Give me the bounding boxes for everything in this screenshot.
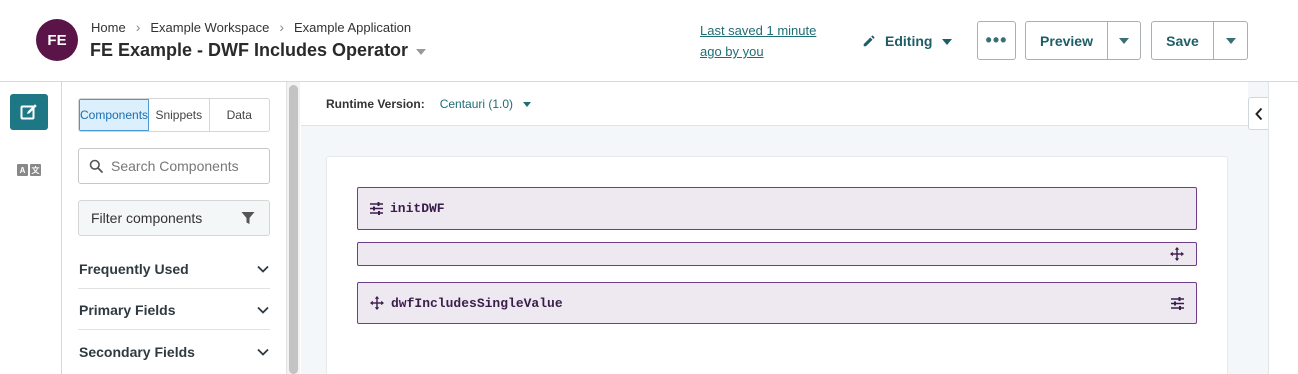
breadcrumb: Home › Example Workspace › Example Appli… xyxy=(91,19,411,35)
chevron-down-icon xyxy=(257,306,269,314)
section-primary-fields[interactable]: Primary Fields xyxy=(78,290,270,330)
save-options-button[interactable] xyxy=(1214,22,1247,59)
section-label: Secondary Fields xyxy=(79,344,195,360)
chevron-right-icon: › xyxy=(279,19,285,35)
runtime-version-value: Centauri (1.0) xyxy=(439,96,514,111)
caret-down-icon xyxy=(1225,37,1236,44)
section-frequently-used[interactable]: Frequently Used xyxy=(78,249,270,289)
section-label: Frequently Used xyxy=(79,260,189,277)
design-canvas: Runtime Version: Centauri (1.0) initDWF xyxy=(301,82,1298,374)
translate-icon-secondary: 文 xyxy=(30,164,41,176)
runtime-label: Runtime Version: xyxy=(326,96,425,111)
runtime-version-dropdown[interactable]: Centauri (1.0) xyxy=(439,96,532,111)
more-options-button[interactable]: ••• xyxy=(977,21,1016,60)
interface-card: initDWF dwfIncludesSingleValue xyxy=(326,156,1228,374)
search-input[interactable] xyxy=(111,158,261,174)
chevron-right-icon: › xyxy=(135,19,141,35)
component-name: dwfIncludesSingleValue xyxy=(391,295,563,311)
left-rail: A 文 xyxy=(0,82,62,374)
rail-item-edit[interactable] xyxy=(10,94,48,130)
app-header: FE Home › Example Workspace › Example Ap… xyxy=(0,0,1298,82)
editing-label: Editing xyxy=(885,33,933,49)
editing-mode-dropdown[interactable]: Editing xyxy=(862,31,953,51)
workspace-avatar[interactable]: FE xyxy=(36,19,78,61)
edit-icon xyxy=(20,104,37,120)
chevron-down-icon xyxy=(257,265,269,273)
breadcrumb-application[interactable]: Example Application xyxy=(294,20,411,35)
page-title[interactable]: FE Example - DWF Includes Operator xyxy=(90,40,427,61)
search-box xyxy=(78,148,270,184)
section-label: Primary Fields xyxy=(79,301,176,318)
sliders-icon[interactable] xyxy=(1171,296,1184,310)
rail-item-translate[interactable]: A 文 xyxy=(17,164,41,180)
components-panel: Components Snippets Data Filter componen… xyxy=(62,82,286,374)
section-secondary-fields[interactable]: Secondary Fields xyxy=(78,332,270,372)
breadcrumb-workspace[interactable]: Example Workspace xyxy=(150,20,269,35)
filter-components-button[interactable]: Filter components xyxy=(78,200,270,236)
preview-button[interactable]: Preview xyxy=(1026,22,1108,59)
component-name: initDWF xyxy=(390,201,445,216)
save-button[interactable]: Save xyxy=(1152,22,1214,59)
tab-snippets[interactable]: Snippets xyxy=(149,99,210,131)
collapse-panel-button[interactable] xyxy=(1248,97,1268,130)
caret-down-icon xyxy=(942,39,953,45)
sliders-icon[interactable] xyxy=(370,202,383,215)
translate-icon: A xyxy=(17,164,28,176)
component-initdwf[interactable]: initDWF xyxy=(357,187,1197,230)
pencil-icon xyxy=(863,35,875,47)
filter-icon xyxy=(241,212,255,224)
chevron-down-icon xyxy=(257,348,269,356)
tab-data[interactable]: Data xyxy=(210,99,269,131)
right-panel-edge xyxy=(1268,82,1298,374)
page-title-text: FE Example - DWF Includes Operator xyxy=(90,40,409,60)
caret-down-icon xyxy=(1119,37,1129,44)
tab-components[interactable]: Components xyxy=(79,99,150,131)
component-dwfincludessinglevalue[interactable]: dwfIncludesSingleValue xyxy=(357,282,1197,324)
caret-down-icon xyxy=(523,102,532,107)
more-icon: ••• xyxy=(985,30,1008,50)
caret-down-icon[interactable] xyxy=(416,48,427,55)
component-empty-dropzone[interactable] xyxy=(357,242,1197,266)
preview-split-button: Preview xyxy=(1025,21,1141,60)
chevron-left-icon xyxy=(1254,107,1262,120)
filter-label: Filter components xyxy=(91,210,203,226)
save-split-button: Save xyxy=(1151,21,1248,60)
panel-scrollbar-thumb[interactable] xyxy=(289,85,298,374)
preview-options-button[interactable] xyxy=(1108,22,1140,59)
last-saved-link[interactable]: Last saved 1 minute ago by you xyxy=(700,20,830,62)
move-icon[interactable] xyxy=(370,296,384,310)
breadcrumb-home[interactable]: Home xyxy=(91,20,126,35)
runtime-bar: Runtime Version: Centauri (1.0) xyxy=(301,82,1248,126)
move-icon[interactable] xyxy=(1170,247,1184,261)
palette-tabs: Components Snippets Data xyxy=(78,98,270,132)
search-icon xyxy=(89,159,103,173)
